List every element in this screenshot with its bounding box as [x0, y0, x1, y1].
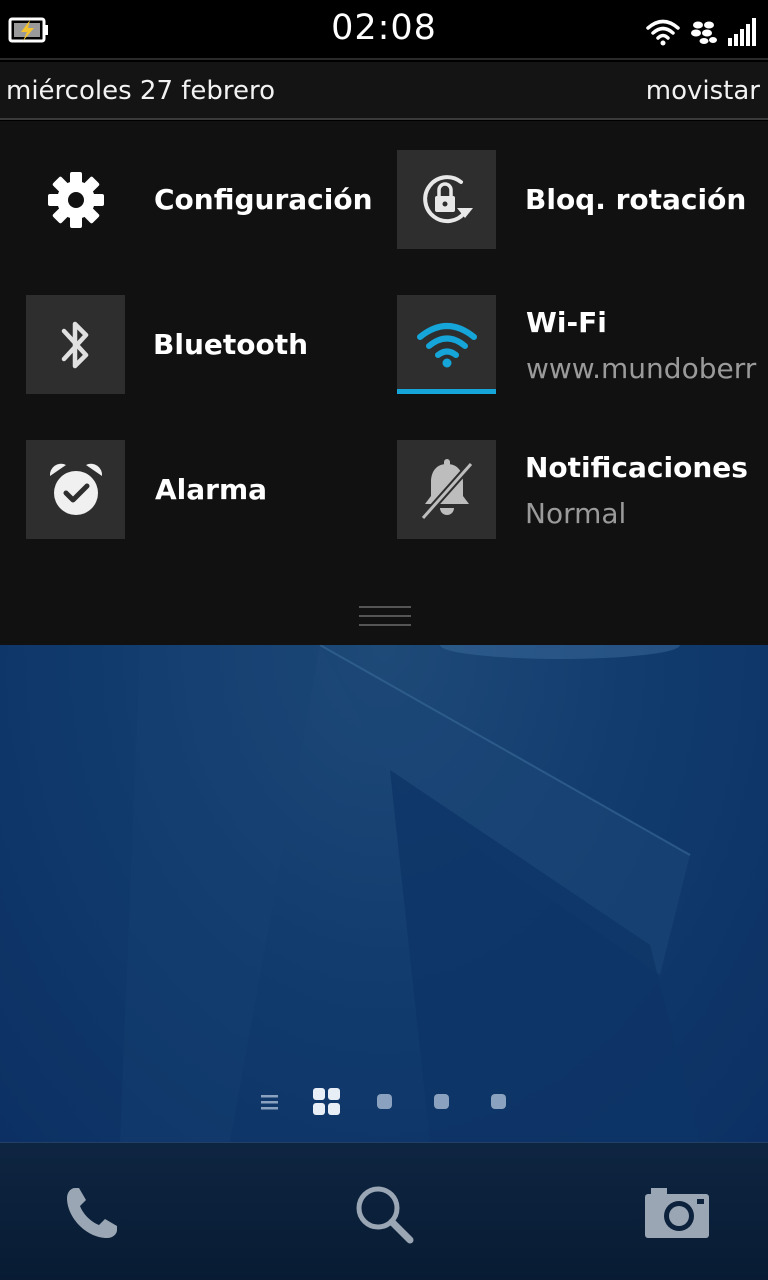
list-icon[interactable]: [261, 1095, 278, 1110]
settings-tile-icon: [26, 150, 125, 249]
rotation-lock-tile[interactable]: Bloq. rotación: [384, 121, 768, 266]
phone-button[interactable]: [56, 1179, 126, 1249]
bluetooth-tile-icon: [26, 295, 125, 394]
rotation-lock-label: Bloq. rotación: [525, 183, 747, 216]
date-bar: miércoles 27 febrero movistar: [0, 62, 768, 120]
camera-icon: [645, 1188, 709, 1238]
alarm-label: Alarma: [155, 473, 268, 506]
panel-drag-handle[interactable]: [359, 604, 411, 628]
rotation-lock-tile-icon: [397, 150, 496, 249]
notifications-tile[interactable]: Notificaciones Normal: [384, 411, 768, 556]
search-button[interactable]: [349, 1179, 419, 1249]
notifications-mode: Normal: [525, 497, 627, 530]
app-dock: [0, 1142, 768, 1280]
wifi-signal-icon: [646, 19, 680, 46]
wifi-tile[interactable]: Wi-Fi www.mundoberr: [384, 266, 768, 411]
bell-muted-icon: [419, 458, 474, 520]
cellular-signal-icon: [728, 18, 756, 46]
phone-icon: [67, 1188, 117, 1238]
notifications-label: Notificaciones: [525, 451, 748, 484]
page-dot[interactable]: [434, 1094, 449, 1109]
grid-icon[interactable]: [313, 1088, 340, 1115]
page-dot[interactable]: [377, 1094, 392, 1109]
wifi-tile-icon: [397, 295, 496, 394]
status-bar[interactable]: 02:08: [0, 0, 768, 60]
alarm-clock-icon: [49, 463, 102, 515]
settings-tile[interactable]: Configuración: [0, 121, 384, 266]
rotation-lock-icon: [422, 174, 473, 223]
search-icon: [356, 1186, 414, 1244]
wifi-active-indicator: [397, 389, 496, 394]
wifi-network-name: www.mundoberr: [526, 352, 757, 385]
camera-button[interactable]: [642, 1179, 712, 1249]
alarm-tile[interactable]: Alarma: [0, 411, 384, 556]
quick-settings-panel: Configuración Bloq. rotación Bluetooth W…: [0, 121, 768, 645]
wallpaper-graphic: [120, 645, 700, 1142]
bluetooth-tile[interactable]: Bluetooth: [0, 266, 384, 411]
date-label: miércoles 27 febrero: [6, 76, 276, 106]
wifi-icon: [416, 322, 477, 367]
alarm-tile-icon: [26, 440, 125, 539]
page-dot[interactable]: [491, 1094, 506, 1109]
bluetooth-label: Bluetooth: [153, 328, 309, 361]
gear-icon: [47, 171, 104, 228]
home-wallpaper: [0, 645, 768, 1142]
notifications-tile-icon: [397, 440, 496, 539]
home-pager[interactable]: [0, 1088, 768, 1116]
bluetooth-icon: [61, 321, 88, 368]
carrier-label: movistar: [645, 76, 760, 106]
blackberry-icon: [691, 21, 717, 44]
settings-label: Configuración: [154, 183, 373, 216]
wifi-label: Wi-Fi: [526, 306, 607, 339]
